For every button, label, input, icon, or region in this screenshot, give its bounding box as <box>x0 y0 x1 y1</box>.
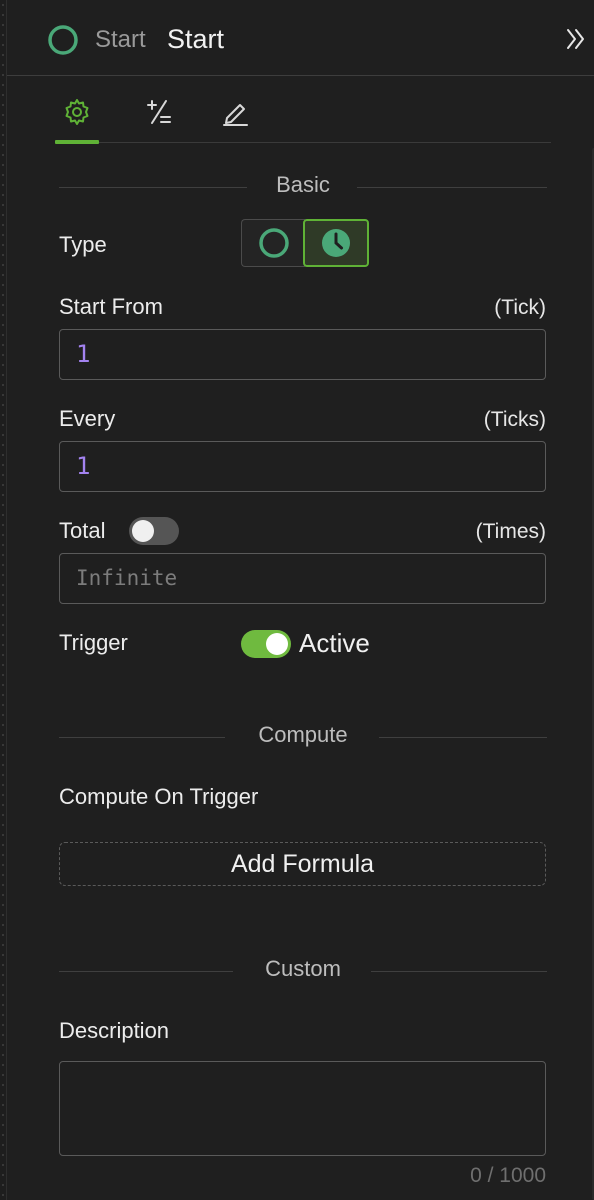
total-unit: (Times) <box>475 520 546 543</box>
section-compute: Compute <box>59 722 547 752</box>
toggle-knob <box>132 520 154 542</box>
start-from-unit: (Tick) <box>494 296 546 319</box>
tab-math[interactable] <box>137 92 181 132</box>
clock-icon <box>322 229 350 257</box>
toggle-knob <box>266 633 288 655</box>
trigger-toggle[interactable] <box>241 630 291 658</box>
pencil-icon <box>223 104 248 126</box>
node-properties-panel: Start Start Basic Type Start From (Tick)… <box>6 0 594 1200</box>
description-label: Description <box>59 1018 170 1043</box>
node-title[interactable]: Start <box>167 24 224 55</box>
every-input[interactable]: 1 <box>59 441 546 492</box>
start-from-label: Start From <box>59 294 163 319</box>
circle-icon <box>258 228 289 258</box>
section-title: Compute <box>258 722 348 747</box>
add-formula-button[interactable]: Add Formula <box>59 842 546 886</box>
start-node-icon <box>48 25 78 55</box>
section-title: Custom <box>265 956 341 981</box>
type-switch <box>241 219 369 269</box>
node-kind-label: Start <box>95 26 146 53</box>
type-option-event[interactable] <box>241 219 305 267</box>
character-counter: 0 / 1000 <box>470 1164 546 1187</box>
start-from-input[interactable]: 1 <box>59 329 546 380</box>
every-unit: (Ticks) <box>483 408 546 431</box>
divider <box>379 737 547 738</box>
type-label: Type <box>59 232 107 257</box>
total-toggle[interactable] <box>129 517 179 545</box>
total-input[interactable]: Infinite <box>59 553 546 604</box>
tab-settings[interactable] <box>55 92 99 144</box>
plus-minus-icon <box>147 100 171 124</box>
trigger-state-label: Active <box>299 628 370 658</box>
gear-icon <box>65 99 89 125</box>
tab-edit[interactable] <box>213 92 257 132</box>
collapse-panel-icon[interactable] <box>563 26 589 52</box>
every-label: Every <box>59 406 116 431</box>
section-basic: Basic <box>59 172 547 202</box>
description-textarea[interactable] <box>59 1061 546 1156</box>
trigger-label: Trigger <box>59 630 128 655</box>
compute-on-trigger-label: Compute On Trigger <box>59 784 259 809</box>
total-label: Total <box>59 518 106 543</box>
divider <box>371 971 547 972</box>
section-custom: Custom <box>59 956 547 986</box>
divider <box>357 187 547 188</box>
type-option-timer[interactable] <box>303 219 369 267</box>
section-title: Basic <box>276 172 330 197</box>
panel-header: Start Start <box>7 0 594 76</box>
panel-tabs <box>55 86 551 144</box>
